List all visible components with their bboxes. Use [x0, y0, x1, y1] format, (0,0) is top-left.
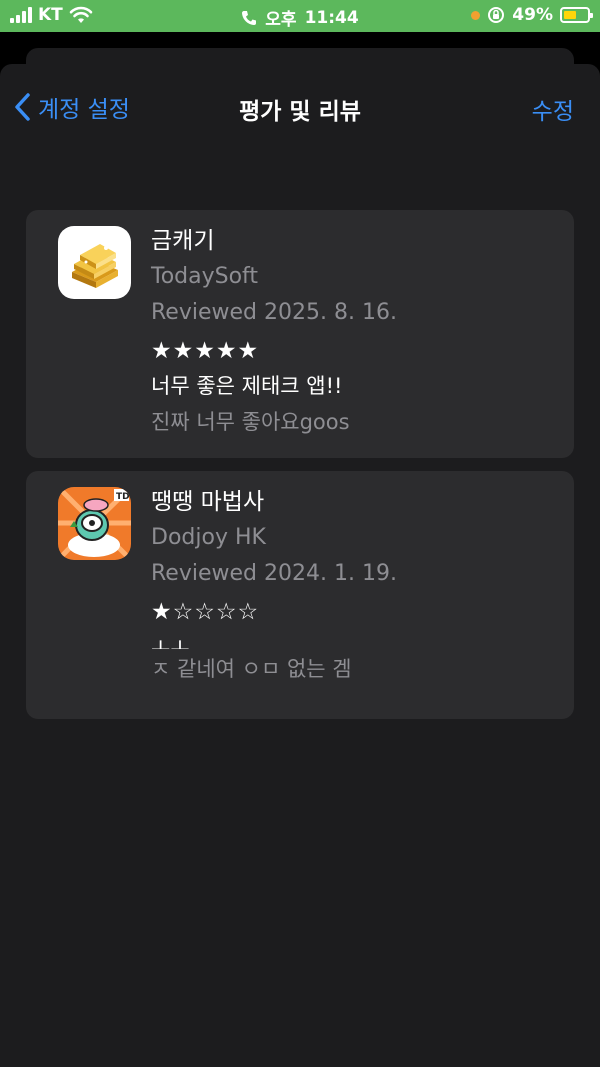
review-date: Reviewed 2025. 8. 16.: [151, 300, 397, 325]
phone-icon: [242, 10, 257, 25]
review-body: 진짜 너무 좋아요goos: [151, 410, 350, 434]
review-title: ㅗㅗ: [151, 635, 190, 649]
gold-bars-icon: [58, 226, 131, 299]
review-card[interactable]: TD 땡땡 마법사 Dodjoy HK Reviewed 2024. 1. 19…: [26, 471, 574, 719]
developer-name: TodaySoft: [151, 264, 259, 289]
review-date: Reviewed 2024. 1. 19.: [151, 561, 397, 586]
orange-dot-icon: [471, 10, 481, 20]
svg-text:TD: TD: [116, 492, 130, 502]
ratings-sheet: 계정 설정 평가 및 리뷰 수정 금캐기 TodaySoft Reviewed …: [0, 64, 600, 1067]
star-rating: ★★★★★: [151, 338, 260, 364]
battery-percent: 49%: [512, 5, 553, 25]
review-body: ㅈ 같네여 ㅇㅁ 없는 겜: [151, 657, 352, 681]
review-title: 너무 좋은 제태크 앱!!: [151, 374, 343, 398]
star-rating: ★☆☆☆☆: [151, 599, 260, 625]
app-name: 금캐기: [151, 228, 215, 254]
wizard-game-icon: TD: [58, 487, 131, 560]
rotation-lock-icon: [488, 7, 505, 23]
review-card[interactable]: 금캐기 TodaySoft Reviewed 2025. 8. 16. ★★★★…: [26, 210, 574, 458]
battery-icon: [560, 7, 593, 23]
developer-name: Dodjoy HK: [151, 525, 266, 550]
status-bar: KT 오후 11:44 49%: [0, 0, 600, 32]
time-label: 11:44: [304, 7, 359, 28]
nav-bar: 계정 설정 평가 및 리뷰 수정: [0, 64, 600, 152]
time-prefix: 오후: [265, 10, 297, 30]
page-title: 평가 및 리뷰: [239, 99, 361, 125]
edit-button[interactable]: 수정: [532, 92, 574, 126]
app-name: 땡땡 마법사: [151, 489, 265, 515]
